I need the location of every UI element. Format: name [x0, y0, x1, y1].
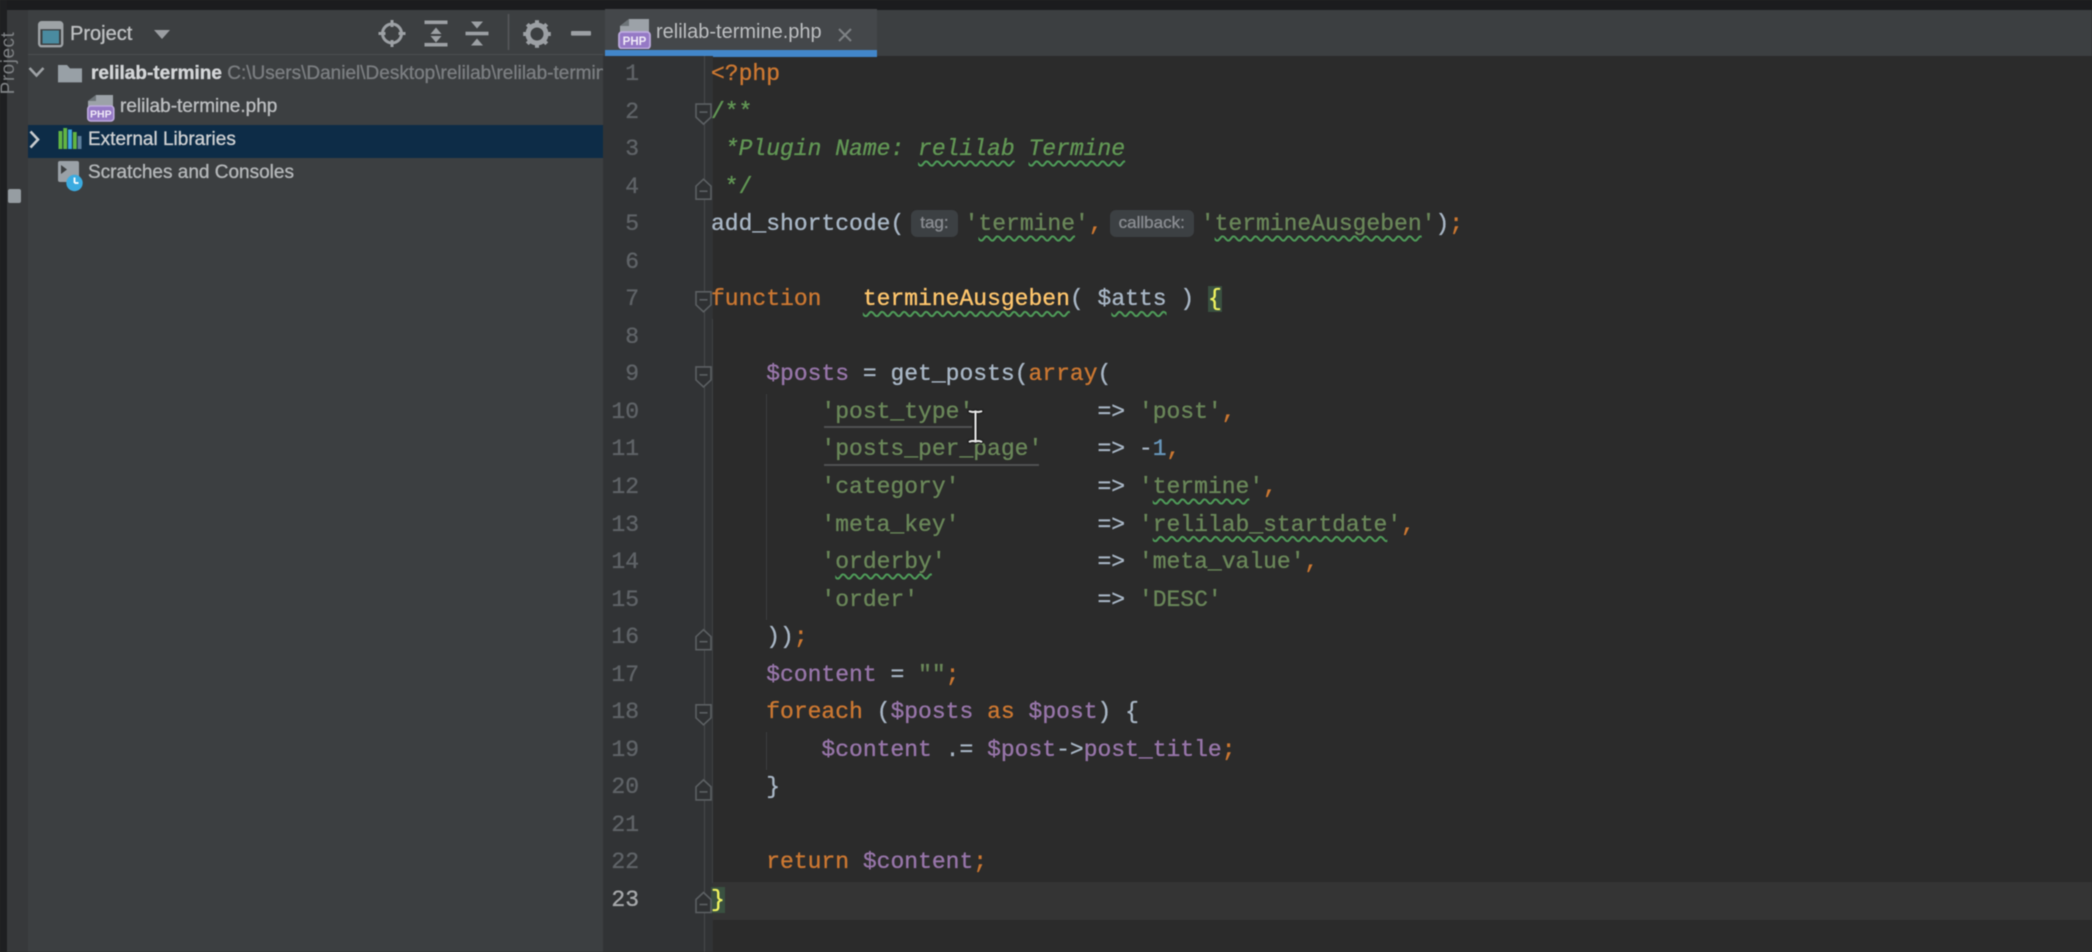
svg-text:PHP: PHP	[623, 36, 647, 48]
svg-text:PHP: PHP	[90, 109, 112, 121]
